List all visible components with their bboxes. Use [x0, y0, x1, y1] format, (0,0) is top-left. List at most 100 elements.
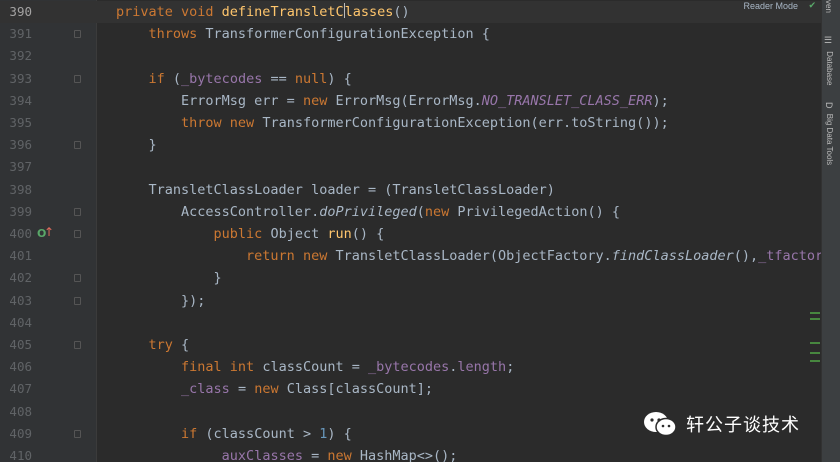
- code-token: TransletClassLoader(ObjectFactory.: [335, 248, 612, 265]
- code-token: private: [116, 4, 182, 20]
- code-line[interactable]: 403 });: [0, 290, 822, 312]
- code-token: ErrorMsg err =: [116, 92, 303, 109]
- fold-marker-icon[interactable]: [74, 429, 81, 438]
- code-editor[interactable]: 390 private void defineTransletClasses() 3…: [0, 0, 822, 462]
- code-line[interactable]: 404: [0, 312, 822, 334]
- code-token: throws: [148, 26, 206, 43]
- fold-marker-icon[interactable]: [74, 341, 81, 349]
- tool-tab-database[interactable]: ☰ Database: [824, 36, 834, 85]
- fold-marker-icon[interactable]: [74, 74, 81, 83]
- tool-tab-big-data-tools-label: Big Data Tools: [825, 113, 834, 166]
- code-token: length: [457, 359, 507, 376]
- code-token: throw new: [181, 115, 263, 131]
- code-token: }: [116, 270, 222, 287]
- code-token: TransletClassLoader loader = (TransletCl…: [116, 181, 555, 198]
- code-line[interactable]: 390 private void defineTransletClasses(): [0, 1, 822, 23]
- watermark-text: 轩公子谈技术: [686, 415, 800, 436]
- code-text[interactable]: try {: [116, 334, 190, 356]
- code-token: (: [172, 70, 182, 87]
- code-text[interactable]: AccessController.doPrivileged(new Privil…: [116, 201, 620, 223]
- inspection-ok-icon[interactable]: ✔: [808, 0, 816, 12]
- code-token: ==: [262, 70, 295, 87]
- code-token: run: [327, 226, 352, 242]
- code-token: lasses: [344, 4, 394, 20]
- code-token: AccessController.: [116, 203, 320, 220]
- code-token: if: [148, 70, 173, 87]
- code-token: ) {: [327, 70, 352, 87]
- code-line[interactable]: 393 if (_bytecodes == null) {: [0, 68, 822, 90]
- code-text[interactable]: });: [116, 290, 205, 312]
- change-marker[interactable]: [810, 342, 820, 344]
- code-token: new: [254, 381, 287, 398]
- code-line[interactable]: 406 final int classCount = _bytecodes.le…: [0, 356, 822, 378]
- tool-tab-top[interactable]: ven: [824, 0, 833, 13]
- code-text[interactable]: if (_bytecodes == null) {: [116, 68, 352, 90]
- line-number: 390: [9, 4, 32, 19]
- code-token: }: [116, 137, 157, 154]
- code-token: _bytecodes: [367, 359, 450, 376]
- fold-marker-icon[interactable]: [74, 30, 81, 39]
- fold-marker-icon[interactable]: [74, 230, 81, 238]
- code-line[interactable]: 395 throw new TransformerConfigurationEx…: [0, 112, 822, 134]
- code-line[interactable]: 410 _auxClasses = new HashMap<>();: [0, 445, 822, 462]
- code-line[interactable]: 407 _class = new Class[classCount];: [0, 378, 822, 400]
- change-marker[interactable]: [810, 312, 820, 314]
- code-text[interactable]: final int classCount = _bytecodes.length…: [116, 356, 514, 378]
- fold-marker-icon[interactable]: [74, 207, 81, 216]
- change-marker[interactable]: [810, 318, 820, 320]
- code-line[interactable]: 397: [0, 156, 822, 178]
- change-marker[interactable]: [810, 360, 820, 362]
- code-line[interactable]: 396 }: [0, 134, 822, 156]
- code-text[interactable]: _auxClasses = new HashMap<>();: [116, 445, 458, 462]
- code-text[interactable]: throw new TransformerConfigurationExcept…: [116, 112, 669, 134]
- code-line[interactable]: 398 TransletClassLoader loader = (Transl…: [0, 179, 822, 201]
- code-token: null: [294, 70, 328, 87]
- line-number: 400: [9, 226, 32, 241]
- fold-marker-icon[interactable]: [74, 274, 81, 283]
- code-text[interactable]: _class = new Class[classCount];: [116, 378, 433, 400]
- override-arrow-icon[interactable]: ↑: [44, 226, 54, 238]
- code-line[interactable]: 400 public Object run() {: [0, 223, 822, 245]
- code-token: TransformerConfigurationException(err.to…: [262, 115, 669, 131]
- code-text[interactable]: private void defineTransletClasses(): [116, 1, 410, 23]
- code-token: () {: [351, 226, 385, 242]
- tool-tab-top-label: ven: [824, 0, 833, 13]
- code-text[interactable]: ErrorMsg err = new ErrorMsg(ErrorMsg.NO_…: [116, 90, 669, 112]
- code-token: findClassLoader: [611, 248, 734, 265]
- code-line[interactable]: 405 try {: [0, 334, 822, 356]
- code-line[interactable]: 394 ErrorMsg err = new ErrorMsg(ErrorMsg…: [0, 90, 822, 112]
- line-number: 391: [9, 26, 32, 42]
- fold-marker-icon[interactable]: [74, 141, 81, 150]
- code-text[interactable]: }: [116, 134, 157, 156]
- line-number: 392: [9, 48, 32, 64]
- code-token: PrivilegedAction() {: [457, 203, 620, 220]
- code-token: ErrorMsg(ErrorMsg.: [335, 92, 482, 109]
- code-line[interactable]: 401 return new TransletClassLoader(Objec…: [0, 245, 822, 267]
- code-line[interactable]: 392: [0, 45, 822, 67]
- code-token: try: [148, 337, 182, 353]
- code-text[interactable]: if (classCount > 1) {: [116, 423, 352, 445]
- line-number: 396: [9, 137, 32, 153]
- code-text[interactable]: public Object run() {: [116, 223, 385, 245]
- code-token: =: [229, 381, 255, 398]
- code-text[interactable]: TransletClassLoader loader = (TransletCl…: [116, 179, 555, 201]
- fold-marker-icon[interactable]: [74, 296, 81, 305]
- code-line[interactable]: 391 throws TransformerConfigurationExcep…: [0, 23, 822, 45]
- code-token: _bytecodes: [181, 70, 263, 87]
- reader-mode-toggle[interactable]: Reader Mode: [743, 0, 798, 12]
- code-text[interactable]: throws TransformerConfigurationException…: [116, 23, 490, 45]
- code-text[interactable]: }: [116, 267, 222, 289]
- code-line[interactable]: 399 AccessController.doPrivileged(new Pr…: [0, 201, 822, 223]
- code-line[interactable]: 402 }: [0, 267, 822, 289]
- code-token: if: [181, 425, 206, 442]
- code-text[interactable]: return new TransletClassLoader(ObjectFac…: [116, 245, 822, 267]
- tool-tab-big-data-tools[interactable]: D Big Data Tools: [824, 102, 834, 165]
- line-number: 408: [9, 403, 32, 419]
- line-number: 406: [9, 359, 32, 375]
- change-marker[interactable]: [810, 352, 820, 354]
- watermark: 轩公子谈技术: [642, 406, 800, 442]
